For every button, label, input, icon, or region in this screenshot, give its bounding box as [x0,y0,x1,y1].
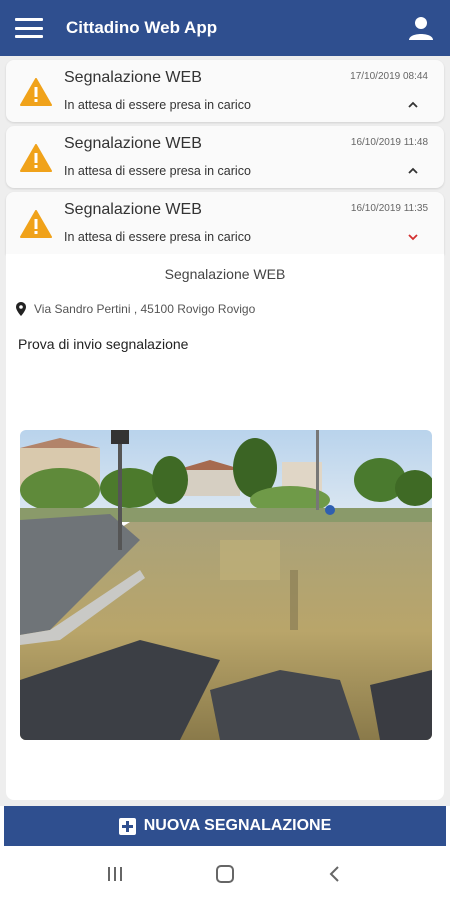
flooded-street-photo[interactable] [20,430,432,740]
report-status: In attesa di essere presa in carico [64,164,251,178]
home-icon [216,865,234,883]
report-date: 17/10/2019 08:44 [350,71,428,82]
back-button[interactable] [315,854,355,894]
chevron-down-icon[interactable] [406,230,420,244]
detail-description: Prova di invio segnalazione [18,336,189,352]
detail-title: Segnalazione WEB [164,266,286,282]
new-report-label: NUOVA SEGNALAZIONE [143,817,332,834]
recents-button[interactable] [95,854,135,894]
report-card[interactable]: Segnalazione WEB 16/10/2019 11:48 In att… [6,126,444,188]
new-report-button[interactable]: NUOVA SEGNALAZIONE [4,806,446,846]
system-nav-bar [0,848,450,900]
report-status: In attesa di essere presa in carico [64,230,251,244]
report-card-expanded[interactable]: Segnalazione WEB 16/10/2019 11:35 In att… [6,192,444,254]
back-icon [329,866,339,882]
home-button[interactable] [205,854,245,894]
report-date: 16/10/2019 11:48 [350,137,428,148]
plus-square-icon [118,817,136,835]
detail-address: Via Sandro Pertini , 45100 Rovigo Rovigo [16,302,255,316]
warning-icon [20,78,52,106]
address-text: Via Sandro Pertini , 45100 Rovigo Rovigo [34,302,256,316]
warning-icon [20,210,52,238]
report-card[interactable]: Segnalazione WEB 17/10/2019 08:44 In att… [6,60,444,122]
menu-button[interactable] [0,0,58,56]
warning-icon [20,144,52,172]
report-title: Segnalazione WEB [64,135,202,152]
report-title: Segnalazione WEB [64,69,202,86]
hamburger-menu-icon [15,18,43,38]
report-date: 16/10/2019 11:35 [350,203,428,214]
reports-list: Segnalazione WEB 17/10/2019 08:44 In att… [0,56,450,806]
app-bar: Cittadino Web App [0,0,450,56]
chevron-up-icon[interactable] [406,164,420,178]
report-status: In attesa di essere presa in carico [64,98,251,112]
app-title: Cittadino Web App [66,18,218,37]
report-title: Segnalazione WEB [64,201,202,218]
user-profile-icon [409,17,433,40]
recents-icon [108,867,122,881]
map-pin-icon [16,302,26,316]
chevron-up-icon[interactable] [406,98,420,112]
report-detail: Segnalazione WEB Via Sandro Pertini , 45… [6,254,444,800]
profile-button[interactable] [392,0,450,56]
